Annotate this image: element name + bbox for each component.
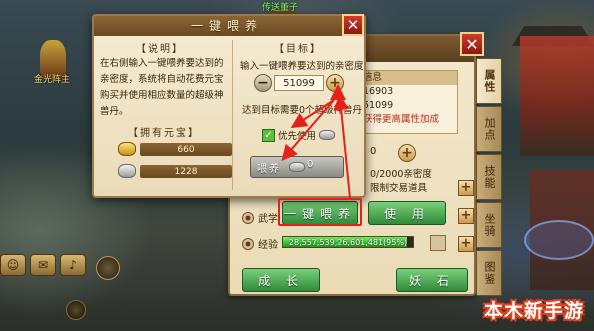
feed-cost-icon [289,162,305,172]
tab-codex[interactable]: 图鉴 [476,250,502,296]
feed-cost-value: 0 [307,159,314,170]
mount-panel-tabs: 属性 加点 技能 坐骑 图鉴 [476,58,502,298]
site-watermark: 本木新手游 [483,299,584,322]
description-heading: 【说明】 [136,44,184,55]
gold-ingot-icon [118,142,136,156]
info-value-1: 16903 [363,86,394,97]
target-intimacy-input[interactable]: 51099 [274,75,324,91]
item-quantity-value: 0 [370,146,377,157]
dialog-divider [232,40,233,190]
silver-ingot-row: 1228 [118,164,232,180]
requirement-text: 达到目标需要0个超级神兽丹 [242,105,363,116]
description-text: 在右侧输入一键喂养要达到的亲密度，系统将自动花费元宝购买并使用相应数量的超级神兽… [100,58,224,117]
magic-circle [524,220,594,260]
wuxue-radio[interactable] [242,211,254,224]
use-button[interactable]: 使 用 [368,201,446,225]
priority-use-row[interactable]: ✓ 优先使用 [262,128,336,142]
tab-points[interactable]: 加点 [476,106,502,152]
dialog-close-button[interactable]: ✕ [342,14,364,36]
wuxue-label: 武学 [258,214,278,225]
item-trade-limit-text: 限制交易道具 [370,183,428,194]
item-quantity-plus-button[interactable]: + [398,144,416,162]
priority-use-checkbox[interactable]: ✓ [262,128,275,142]
gold-ingot-amount: 660 [140,143,232,156]
npc-left-label: 金光阵主 [34,75,71,85]
exp-label: 经验 [258,240,278,251]
grow-button[interactable]: 成 长 [242,268,320,292]
skill-slot[interactable] [96,256,120,280]
item-intimacy-text: 0/2000亲密度 [370,169,432,180]
exp-progress-bar: 28,557,539,26,601,481(95%) [282,236,414,248]
exp-lock-button[interactable] [430,235,446,251]
silver-ingot-icon [118,164,136,178]
silver-ingot-icon-small [319,130,336,140]
gold-ingot-row: 660 [118,142,232,158]
yaoshi-button[interactable]: 妖 石 [396,268,468,292]
highlight-box [278,198,362,226]
wuxue-row[interactable]: 武学 [242,210,278,225]
mount-panel-close-button[interactable]: ✕ [460,32,484,56]
priority-use-label: 优先使用 [278,131,317,142]
info-value-2: 51099 [363,100,394,111]
chat-toolbar: ☺ ✉ ♪ [0,254,86,276]
exp-icon [242,237,254,250]
dialog-title: 一键喂养 [190,18,263,33]
mail-icon[interactable]: ✉ [30,254,56,276]
exp-progress-text: 28,557,539,26,601,481(95%) [288,237,408,247]
intimacy-stepper: − 51099 + [254,74,344,92]
skill-slot-secondary[interactable] [66,300,86,320]
tab-attributes[interactable]: 属性 [476,58,502,104]
owned-ingots-heading: 【拥有元宝】 [128,128,200,139]
voice-icon[interactable]: ♪ [60,254,86,276]
tab-skills[interactable]: 技能 [476,154,502,200]
mount-info-box: 信息 16903 51099 获得更高属性加成 [358,70,458,134]
feed-button-label: 喂养 [257,163,281,175]
stepper-plus-button[interactable]: + [326,74,344,92]
add-button-2[interactable]: + [458,208,474,224]
target-prompt: 输入一键喂养要达到的亲密度 [240,61,364,72]
item-quantity-area: 0 + 0/2000亲密度 限制交易道具 [358,142,458,194]
feed-button[interactable]: 喂养 0 [250,156,344,178]
info-title: 信息 [359,71,457,85]
stepper-minus-button[interactable]: − [254,74,272,92]
tab-mount[interactable]: 坐骑 [476,202,502,248]
npc-top-label: 传送董子 [262,3,299,13]
exp-row: 经验 [242,236,278,251]
add-button-1[interactable]: + [458,180,474,196]
silver-ingot-amount: 1228 [140,165,232,178]
add-button-3[interactable]: + [458,236,474,252]
emoji-icon[interactable]: ☺ [0,254,26,276]
info-hint: 获得更高属性加成 [363,114,440,125]
target-heading: 【目标】 [274,44,322,55]
temple-building [520,36,594,156]
